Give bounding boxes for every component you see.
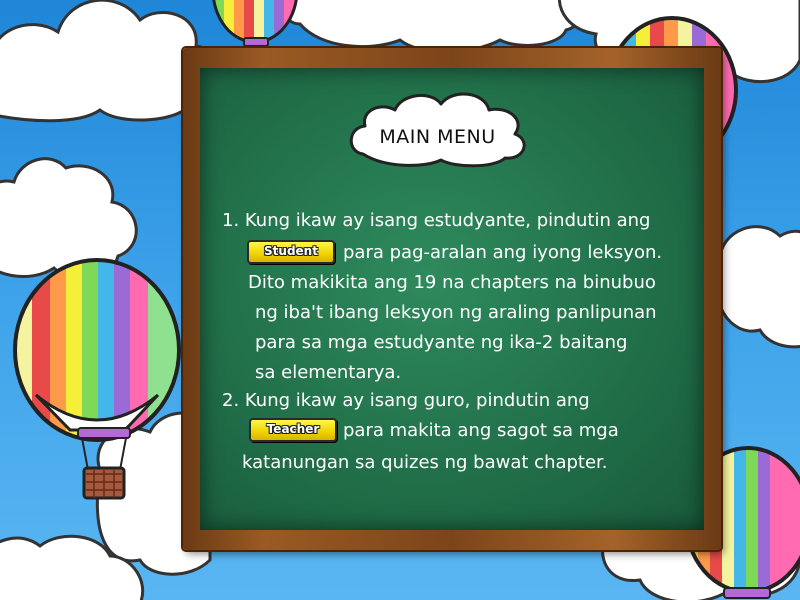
instruction-line: katanungan sa quizes ng bawat chapter. [242, 452, 608, 473]
instruction-line: 2. Kung ikaw ay isang guro, pindutin ang [222, 390, 590, 411]
teacher-button[interactable]: Teacher [249, 418, 337, 442]
instruction-line: Dito makikita ang 19 na chapters na binu… [248, 272, 656, 293]
instruction-line: para pag-aralan ang iyong leksyon. [343, 242, 663, 263]
instruction-line: 1. Kung ikaw ay isang estudyante, pindut… [222, 210, 651, 231]
instruction-line: para makita ang sagot sa mga [343, 420, 619, 441]
instruction-line: sa elementarya. [255, 362, 402, 383]
instruction-line: ng iba't ibang leksyon ng araling panlip… [255, 302, 657, 323]
instruction-line: para sa mga estudyante ng ika-2 baitang [255, 332, 628, 353]
student-button[interactable]: Student [247, 240, 335, 264]
main-menu-title: MAIN MENU [379, 126, 496, 148]
